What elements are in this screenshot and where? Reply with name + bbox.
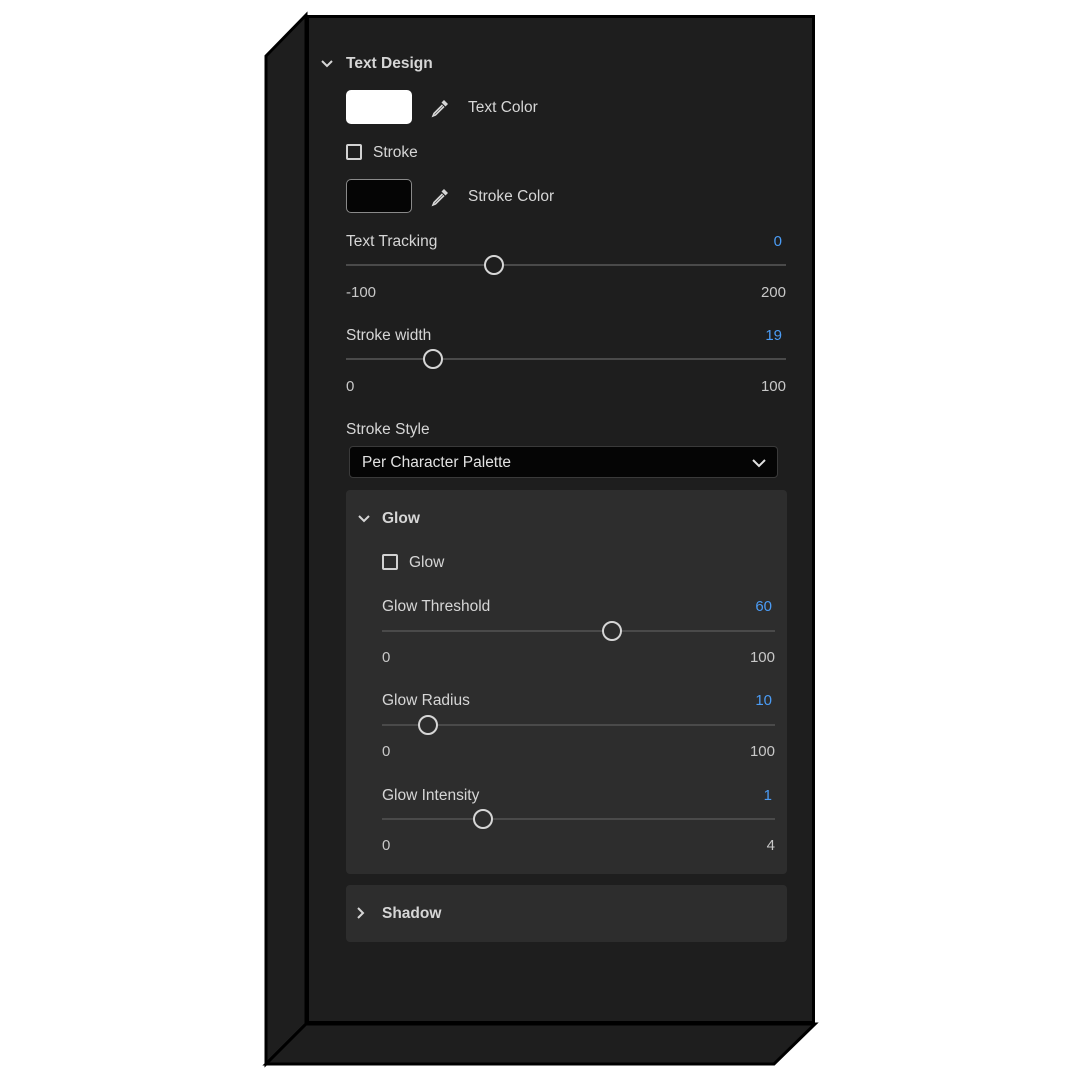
glow-radius-thumb[interactable] <box>418 715 438 735</box>
glow-radius-label: Glow Radius <box>382 692 470 709</box>
glow-threshold-value[interactable]: 60 <box>728 598 772 615</box>
glow-intensity-track[interactable] <box>382 818 775 820</box>
stroke-color-label: Stroke Color <box>468 188 555 205</box>
glow-header[interactable]: Glow <box>382 510 420 528</box>
text-tracking-min: -100 <box>346 284 377 301</box>
stroke-width-thumb[interactable] <box>423 349 443 369</box>
stroke-width-min: 0 <box>346 378 355 395</box>
stroke-color-swatch[interactable] <box>346 179 412 213</box>
text-tracking-label: Text Tracking <box>346 233 438 250</box>
eyedropper-icon[interactable] <box>429 186 451 208</box>
chevron-right-icon[interactable] <box>354 906 368 920</box>
stroke-style-selected: Per Character Palette <box>362 454 512 471</box>
glow-threshold-min: 0 <box>382 649 391 666</box>
stroke-checkbox[interactable] <box>346 144 362 160</box>
chevron-down-icon <box>752 459 766 468</box>
glow-intensity-thumb[interactable] <box>473 809 493 829</box>
text-design-header[interactable]: Text Design <box>346 55 433 73</box>
glow-intensity-value[interactable]: 1 <box>728 787 772 804</box>
stroke-width-label: Stroke width <box>346 327 432 344</box>
text-tracking-thumb[interactable] <box>484 255 504 275</box>
stroke-style-dropdown[interactable]: Per Character Palette <box>349 446 778 478</box>
glow-checkbox-label: Glow <box>409 554 445 571</box>
glow-radius-min: 0 <box>382 743 391 760</box>
glow-threshold-label: Glow Threshold <box>382 598 491 615</box>
stroke-checkbox-label: Stroke <box>373 144 418 161</box>
glow-threshold-thumb[interactable] <box>602 621 622 641</box>
eyedropper-icon[interactable] <box>429 97 451 119</box>
glow-radius-max: 100 <box>749 743 775 760</box>
glow-intensity-label: Glow Intensity <box>382 787 480 804</box>
text-tracking-track[interactable] <box>346 264 786 266</box>
chevron-down-icon[interactable] <box>357 512 371 526</box>
text-color-swatch[interactable] <box>346 90 412 124</box>
glow-checkbox[interactable] <box>382 554 398 570</box>
glow-threshold-track[interactable] <box>382 630 775 632</box>
glow-intensity-min: 0 <box>382 837 391 854</box>
stroke-width-value[interactable]: 19 <box>740 327 782 344</box>
stroke-style-label: Stroke Style <box>346 421 430 438</box>
stroke-width-max: 100 <box>760 378 786 395</box>
glow-radius-value[interactable]: 10 <box>728 692 772 709</box>
text-color-label: Text Color <box>468 99 538 116</box>
chevron-down-icon[interactable] <box>320 57 334 71</box>
glow-radius-track[interactable] <box>382 724 775 726</box>
text-tracking-max: 200 <box>760 284 786 301</box>
glow-threshold-max: 100 <box>749 649 775 666</box>
glow-section <box>346 490 787 874</box>
shadow-header[interactable]: Shadow <box>382 905 441 923</box>
text-tracking-value[interactable]: 0 <box>740 233 782 250</box>
stroke-width-track[interactable] <box>346 358 786 360</box>
glow-intensity-max: 4 <box>766 837 775 854</box>
